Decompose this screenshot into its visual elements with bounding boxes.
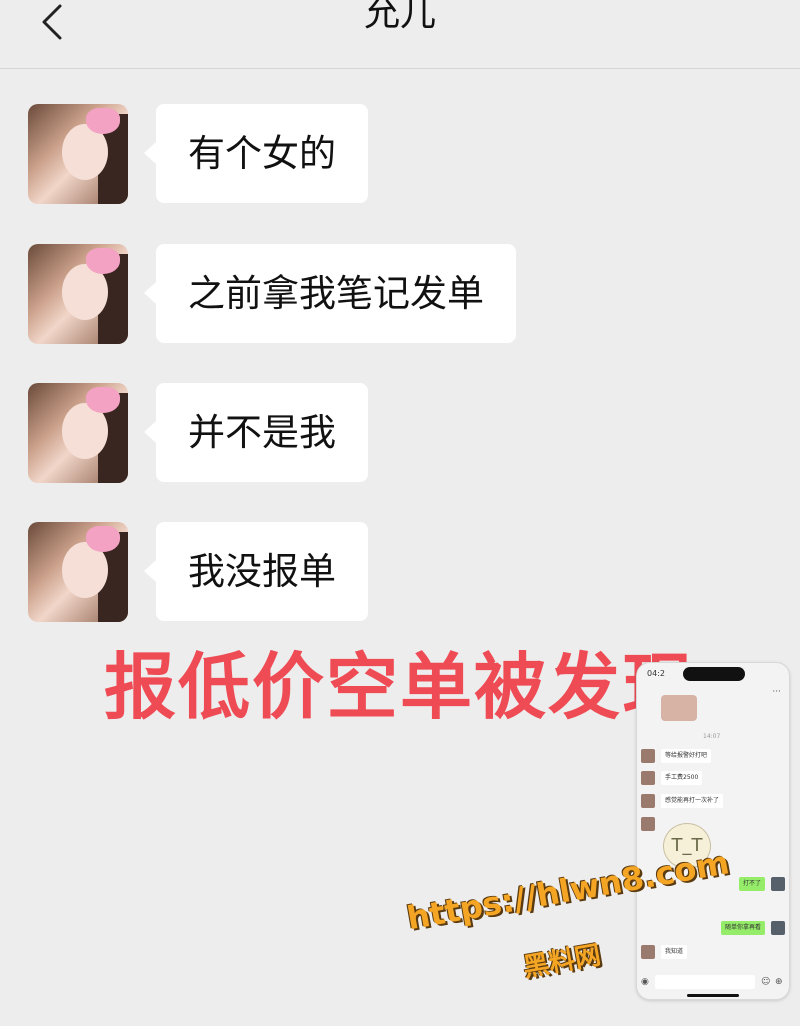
plus-icon: ⊕ (775, 977, 783, 987)
phone-notch (683, 667, 745, 681)
phone-avatar (641, 794, 655, 808)
emoji-icon: ☺ (761, 977, 771, 987)
overlay-caption: 报低价空单被发现 (104, 645, 697, 729)
phone-status-time: 04:2 (647, 669, 665, 678)
phone-message-text: 等给报警好打吧 (661, 749, 712, 763)
home-indicator (687, 994, 739, 997)
phone-input-bar: ◉ ☺ ⊕ (641, 975, 785, 991)
chat-header: 允儿 (0, 0, 800, 69)
watermark-site: 黑料网 (521, 940, 604, 984)
phone-avatar (641, 771, 655, 785)
contact-avatar[interactable] (28, 383, 128, 483)
message-bubble[interactable]: 我没报单 (144, 522, 368, 621)
phone-message-text: 打不了 (738, 877, 765, 891)
phone-avatar (641, 749, 655, 763)
phone-message-text: 随单你拿再看 (720, 921, 765, 935)
phone-message-text: 手工费2500 (661, 771, 703, 785)
contact-avatar[interactable] (28, 522, 128, 622)
phone-message-text: 我知道 (661, 945, 688, 959)
contact-avatar[interactable] (28, 244, 128, 344)
message-bubble[interactable]: 并不是我 (144, 383, 368, 482)
more-icon: ··· (772, 687, 781, 697)
phone-avatar (641, 945, 655, 959)
inset-phone-screenshot: 04:2 ··· 14:07 等给报警好打吧 手工费2500 感觉能再打一次补了… (636, 662, 790, 1000)
chat-title: 允儿 (363, 0, 436, 34)
phone-avatar (771, 877, 785, 891)
contact-avatar[interactable] (28, 104, 128, 204)
voice-icon: ◉ (641, 977, 649, 987)
phone-message-text: 感觉能再打一次补了 (661, 794, 724, 808)
message-bubble[interactable]: 有个女的 (144, 104, 368, 203)
phone-avatar (771, 921, 785, 935)
phone-timestamp: 14:07 (703, 733, 721, 740)
phone-text-input (655, 975, 755, 989)
sticker-image (661, 695, 697, 721)
phone-avatar (641, 817, 655, 831)
message-bubble[interactable]: 之前拿我笔记发单 (144, 244, 516, 343)
